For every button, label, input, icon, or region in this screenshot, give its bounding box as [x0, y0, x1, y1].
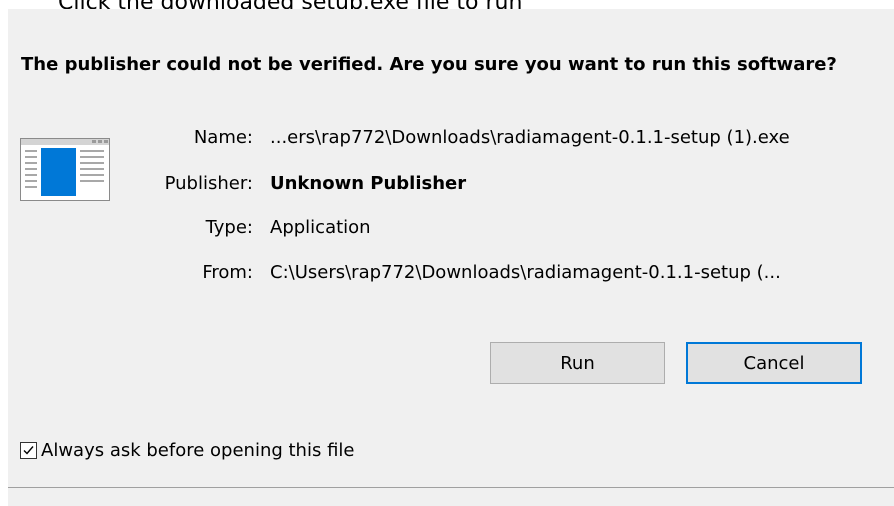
type-label: Type:: [205, 217, 253, 238]
always-ask-checkbox[interactable]: [20, 441, 37, 459]
always-ask-label: Always ask before opening this file: [41, 439, 355, 461]
run-button[interactable]: Run: [490, 342, 665, 384]
from-label: From:: [202, 262, 253, 283]
dialog-bottom-strip: [8, 488, 894, 506]
name-label: Name:: [193, 127, 253, 148]
always-ask-option[interactable]: Always ask before opening this file: [20, 437, 354, 463]
from-value: C:\Users\rap772\Downloads\radiamagent-0.…: [270, 262, 781, 283]
publisher-value: Unknown Publisher: [270, 173, 467, 194]
dialog-headline: The publisher could not be verified. Are…: [21, 54, 837, 75]
type-value: Application: [270, 217, 371, 238]
security-warning-dialog: The publisher could not be verified. Are…: [8, 9, 894, 506]
name-value: ...ers\rap772\Downloads\radiamagent-0.1.…: [270, 127, 790, 148]
publisher-label: Publisher:: [164, 173, 253, 194]
cancel-button[interactable]: Cancel: [686, 342, 862, 384]
checkmark-icon: [23, 445, 34, 455]
